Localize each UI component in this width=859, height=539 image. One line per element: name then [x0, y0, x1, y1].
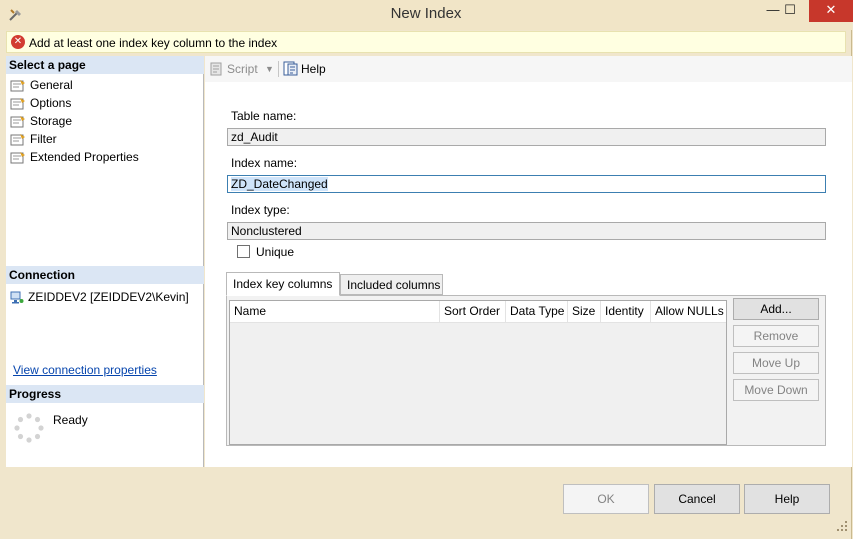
navigation-pane: Select a page General Options Storage Fi… — [6, 56, 204, 467]
background-window-edge — [853, 0, 859, 539]
page-item-filter[interactable]: Filter — [8, 131, 139, 149]
server-icon — [10, 291, 24, 304]
script-label: Script — [227, 62, 258, 76]
grid-header: Name Sort Order Data Type Size Identity … — [230, 301, 726, 323]
index-type-field: Nonclustered — [227, 222, 826, 240]
title-bar[interactable]: New Index — ☐ ✕ — [0, 0, 853, 30]
cancel-button[interactable]: Cancel — [654, 484, 740, 514]
help-label: Help — [301, 62, 326, 76]
column-header-sort-order[interactable]: Sort Order — [440, 301, 506, 323]
table-name-label: Table name: — [231, 109, 297, 123]
error-icon: ✕ — [11, 35, 25, 49]
page-icon — [10, 80, 25, 92]
index-type-label: Index type: — [231, 203, 290, 217]
toolbar-separator — [278, 61, 279, 77]
column-header-data-type[interactable]: Data Type — [506, 301, 568, 323]
progress-header: Progress — [6, 385, 204, 403]
page-icon — [10, 134, 25, 146]
general-page: Script ▼ Help Table name: zd_Audit Index… — [205, 56, 852, 467]
script-button[interactable]: Script — [209, 61, 258, 77]
index-name-input[interactable]: ZD_DateChanged — [227, 175, 826, 193]
script-icon — [210, 62, 222, 76]
page-item-options[interactable]: Options — [8, 95, 139, 113]
page-item-general[interactable]: General — [8, 77, 139, 95]
connection-text: ZEIDDEV2 [ZEIDDEV2\Kevin] — [28, 290, 189, 304]
window-title: New Index — [390, 5, 462, 22]
add-button[interactable]: Add... — [733, 298, 819, 320]
new-index-dialog: New Index — ☐ ✕ ✕ Add at least one index… — [0, 0, 853, 539]
table-name-field: zd_Audit — [227, 128, 826, 146]
page-item-extended-properties[interactable]: Extended Properties — [8, 149, 139, 167]
index-key-columns-panel: Name Sort Order Data Type Size Identity … — [226, 295, 826, 446]
select-page-header: Select a page — [6, 56, 204, 74]
column-header-allow-nulls[interactable]: Allow NULLs — [651, 301, 726, 323]
help-button[interactable]: Help — [744, 484, 830, 514]
resize-grip-icon[interactable] — [836, 520, 848, 532]
tab-included-columns[interactable]: Included columns — [340, 274, 443, 295]
page-item-storage[interactable]: Storage — [8, 113, 139, 131]
move-down-button[interactable]: Move Down — [733, 379, 819, 401]
column-header-size[interactable]: Size — [568, 301, 601, 323]
move-up-button[interactable]: Move Up — [733, 352, 819, 374]
page-label: Extended Properties — [30, 150, 139, 164]
spinner-icon — [14, 413, 44, 443]
page-icon — [10, 152, 25, 164]
page-icon — [10, 98, 25, 110]
tab-index-key-columns[interactable]: Index key columns — [226, 272, 340, 296]
maximize-button[interactable]: ☐ — [775, 0, 805, 22]
connection-header: Connection — [6, 266, 204, 284]
connection-info: ZEIDDEV2 [ZEIDDEV2\Kevin] — [10, 289, 189, 305]
key-columns-grid[interactable]: Name Sort Order Data Type Size Identity … — [229, 300, 727, 445]
help-toolbar-button[interactable]: Help — [283, 61, 326, 77]
page-label: Filter — [30, 132, 57, 146]
page-label: Storage — [30, 114, 73, 128]
page-label: Options — [30, 96, 72, 110]
help-icon — [283, 61, 298, 76]
index-name-value: ZD_DateChanged — [231, 177, 328, 191]
page-list: General Options Storage Filter Extended … — [8, 77, 139, 167]
column-header-identity[interactable]: Identity — [601, 301, 651, 323]
error-message: Add at least one index key column to the… — [29, 36, 278, 50]
page-icon — [10, 116, 25, 128]
error-message-bar: ✕ Add at least one index key column to t… — [6, 31, 846, 53]
unique-label[interactable]: Unique — [256, 245, 294, 259]
progress-status: Ready — [53, 413, 88, 427]
page-label: General — [30, 78, 73, 92]
view-connection-properties-link[interactable]: View connection properties — [13, 363, 157, 377]
close-button[interactable]: ✕ — [809, 0, 853, 22]
column-header-name[interactable]: Name — [230, 301, 440, 323]
script-dropdown-icon[interactable]: ▼ — [265, 61, 274, 77]
toolbar: Script ▼ Help — [205, 56, 852, 82]
remove-button[interactable]: Remove — [733, 325, 819, 347]
index-name-label: Index name: — [231, 156, 298, 170]
unique-checkbox[interactable] — [237, 245, 250, 258]
ok-button[interactable]: OK — [563, 484, 649, 514]
